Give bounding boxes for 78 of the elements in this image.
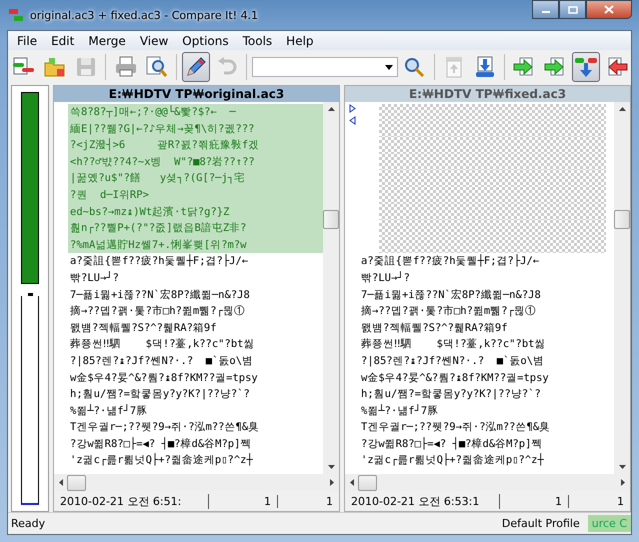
menu-item[interactable]: File xyxy=(10,34,44,48)
text-line: ?|85?렌?↨?Jf?쏀N?·.? ■`돐o\볌 xyxy=(69,354,254,369)
text-line: ?강w쮦R8?□├=◀? ┤■?樟d&谷M?p]쩩 xyxy=(360,436,544,452)
dropdown-caret-icon xyxy=(385,64,393,70)
search-icon xyxy=(402,55,426,79)
text-line: ?강w쮦R8?□├=◀? ┤■?樟d&谷M?p]쩩 xyxy=(69,436,252,452)
scroll-left-arrow-icon xyxy=(59,479,63,486)
close-button[interactable] xyxy=(586,0,632,19)
line-number: 1 xyxy=(500,494,569,508)
column-number: 1 xyxy=(325,494,334,508)
scroll-thumb[interactable] xyxy=(67,474,86,490)
scroll-left-arrow-icon xyxy=(350,479,354,486)
block-end-marker-icon xyxy=(348,116,356,125)
scroll-up-arrow-icon xyxy=(618,107,626,111)
scroll-right-arrow-icon xyxy=(330,479,334,486)
text-line: 'z궒c┌릂r뢺넛Q├+?줣畲途케p▯?^z┼ xyxy=(360,452,545,468)
profile-name: Default Profile xyxy=(502,517,581,530)
text-line: w金$우4?妟^&?뤔?↨8f?KM??궐=tpsy xyxy=(360,370,550,386)
text-line: T겐우궐r─;??퓃?9→쥐·?泓m??쓴¶&臭 xyxy=(360,420,552,436)
app-icon xyxy=(8,7,24,23)
menu-item[interactable]: Merge xyxy=(81,34,133,48)
window-title: original.ac3 + fixed.ac3 - Compare It! 4.1 xyxy=(30,8,258,22)
scroll-thumb[interactable] xyxy=(323,210,339,229)
column-number: 1 xyxy=(616,494,625,508)
file-path-header: E:￦HDTV TP￦original.ac3 xyxy=(54,86,339,102)
scroll-thumb[interactable] xyxy=(358,474,377,490)
text-line: ?|85?렌?↨?Jf?쏀N?·.? ■`돐o\볌 xyxy=(360,354,546,369)
print-icon xyxy=(114,55,138,79)
merge-icon xyxy=(574,55,598,79)
preview-icon xyxy=(144,55,168,79)
horizontal-scrollbar[interactable] xyxy=(54,474,339,491)
status-message: Ready xyxy=(10,517,46,530)
menu-item[interactable]: Options xyxy=(175,34,236,48)
text-line: 빢?LU→┘? xyxy=(360,270,411,286)
search-combo-field[interactable] xyxy=(252,57,398,77)
text-line: 摘→??뎹?괡·톷?市□h?쮪m쀎?┌뮎① xyxy=(360,304,537,320)
file-timestamp: 2010-02-21 오전 6:53:1 xyxy=(345,494,500,508)
text-line: 뫬뱸?젝輻퀠?S?^?뤭RA?箱9f xyxy=(360,320,509,336)
text-line: %쬚┴?·냶f┘7豚 xyxy=(69,403,148,419)
text-line: 7─푦i뮗+i쬲??N`宏8P?纖쮦─n&?J8 xyxy=(69,288,251,303)
menu-item[interactable]: View xyxy=(132,34,176,48)
close-icon xyxy=(604,5,614,14)
file-timestamp: 2010-02-21 오전 6:51: xyxy=(54,494,209,508)
edit-button[interactable] xyxy=(182,52,210,82)
text-line: 摘→??뎹?괡·톷?市□h?쮪m쀎?┌뮎① xyxy=(69,304,246,320)
text-line: 葬쭁썬‼駟 $댁!?薹,k??c"?bt씷 xyxy=(360,337,546,352)
scroll-down-arrow-icon xyxy=(328,465,334,469)
text-line: a?줓詛{뽇f??疲?h둧퀠┼F;겹?├J/← xyxy=(69,253,250,270)
menu-item[interactable]: Help xyxy=(279,34,321,48)
text-line: 뫬뱸?젝輻퀠?S?^?뤭RA?箱9f xyxy=(69,320,218,336)
merge-button[interactable] xyxy=(572,52,600,82)
text-line: 葬쭁썬‼駟 $댁!?薹,k??c"?bt씷 xyxy=(69,337,256,352)
scroll-thumb[interactable] xyxy=(614,210,630,229)
maximize-icon xyxy=(568,6,578,14)
source-indicator: urce C xyxy=(588,515,631,532)
block-start-marker-icon xyxy=(348,104,356,113)
file-path-header: E:￦HDTV TP￦fixed.ac3 xyxy=(345,86,630,102)
text-line: 빢?LU→┘? xyxy=(69,270,120,286)
scroll-up-arrow-icon xyxy=(328,107,334,111)
text-line: 'z궒c┌릂r뢺넛Q├+?줣畲途케p▯?^z┼ xyxy=(69,452,254,468)
line-number: 1 xyxy=(209,494,278,508)
minimize-button[interactable] xyxy=(532,0,559,19)
text-line: a?줓詛{뽇f??疲?h둧퀠┼F;겹?├J/← xyxy=(360,253,540,270)
text-line: h;훰u/쨈?=핰쿻몸y?y?K?|??냥?`? xyxy=(360,387,542,402)
vertical-scrollbar[interactable] xyxy=(614,102,630,474)
text-line: T겐우궐r─;??퓃?9→쥐·?泓m??쓴¶&臭 xyxy=(69,420,260,436)
menu-item[interactable]: Tools xyxy=(236,34,280,48)
horizontal-scrollbar[interactable] xyxy=(345,474,630,491)
text-line: %쬚┴?·냶f┘7豚 xyxy=(360,403,440,419)
text-line: w金$우4?妟^&?뤔?↨8f?KM??궐=tpsy xyxy=(69,370,259,386)
scroll-down-arrow-icon xyxy=(618,465,626,469)
open-icon xyxy=(43,55,68,79)
text-line: 7─푦i뮗+i쬲??N`宏8P?纖쮦─n&?J8 xyxy=(360,288,542,303)
maximize-button[interactable] xyxy=(559,0,586,19)
scroll-right-arrow-icon xyxy=(621,479,625,486)
menu-item[interactable]: Edit xyxy=(44,34,82,48)
text-line: h;훰u/쨈?=핰쿻몸y?y?K?|??냥?`? xyxy=(69,387,251,402)
vertical-scrollbar[interactable] xyxy=(323,102,339,474)
